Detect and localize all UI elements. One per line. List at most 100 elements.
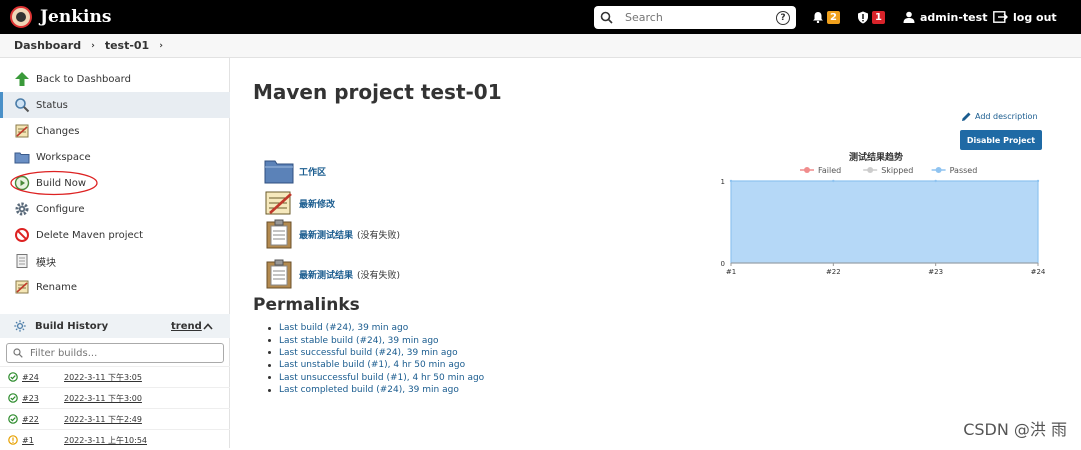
recent-changes-link-label[interactable]: 最新修改	[299, 197, 335, 210]
add-description-link[interactable]: Add description	[961, 111, 1038, 122]
red-annotation-circle	[10, 170, 98, 196]
jenkins-logo-icon	[10, 6, 32, 28]
sidebar-item-modules[interactable]: 模块	[0, 248, 230, 274]
security-badge: 1	[872, 10, 885, 24]
build-number-link[interactable]: #24	[22, 373, 62, 382]
test-result-note: (没有失败)	[357, 230, 401, 241]
sun-icon	[14, 320, 26, 332]
latest-test-result-link[interactable]: 最新测试结果 (没有失败)	[264, 259, 400, 289]
sidebar-item-label: Configure	[36, 203, 85, 215]
build-row[interactable]: #22 2022-3-11 下午2:49	[0, 408, 230, 429]
build-row[interactable]: #24 2022-3-11 下午3:05	[0, 366, 230, 387]
breadcrumb-dashboard[interactable]: Dashboard	[14, 39, 81, 52]
permalink-last-unstable-build[interactable]: Last unstable build (#1), 4 hr 50 min ag…	[279, 360, 465, 370]
success-check-icon	[8, 393, 18, 403]
sidebar-item-back-to-dashboard[interactable]: Back to Dashboard	[0, 66, 230, 92]
filter-builds-input[interactable]	[28, 346, 208, 360]
sidebar-item-changes[interactable]: Changes	[0, 118, 230, 144]
add-description-label: Add description	[975, 112, 1038, 121]
legend-marker	[804, 167, 810, 173]
build-time-link[interactable]: 2022-3-11 下午3:00	[64, 393, 142, 404]
legend-label-failed: Failed	[818, 166, 841, 175]
build-row[interactable]: #1 2022-3-11 上午10:54	[0, 429, 230, 450]
list-item: Last stable build (#24), 39 min ago	[268, 334, 484, 346]
legend-label-passed: Passed	[950, 166, 978, 175]
security-button[interactable]: 1	[857, 0, 885, 34]
sidebar-item-label: Changes	[36, 125, 80, 137]
build-time-link[interactable]: 2022-3-11 下午2:49	[64, 414, 142, 425]
filter-builds-box[interactable]	[6, 343, 224, 363]
disable-project-button[interactable]: Disable Project	[960, 130, 1042, 150]
sidebar-item-delete-maven-project[interactable]: Delete Maven project	[0, 222, 230, 248]
sidebar-item-rename[interactable]: Rename	[0, 274, 230, 300]
notifications-button[interactable]: 2	[812, 0, 840, 34]
sidebar-item-label: Delete Maven project	[36, 229, 144, 241]
legend-marker	[935, 167, 942, 173]
build-time-link[interactable]: 2022-3-11 下午3:05	[64, 372, 142, 383]
notepad-icon	[265, 191, 292, 215]
build-row[interactable]: #23 2022-3-11 下午3:00	[0, 387, 230, 408]
search-input[interactable]	[623, 10, 776, 25]
breadcrumb-chevron-icon[interactable]: ›	[159, 41, 163, 51]
search-icon	[15, 98, 30, 113]
help-icon[interactable]: ?	[776, 10, 790, 25]
bell-icon	[813, 12, 823, 23]
list-item: Last completed build (#24), 39 min ago	[268, 384, 484, 396]
permalink-last-completed-build[interactable]: Last completed build (#24), 39 min ago	[279, 385, 459, 395]
no-entry-icon	[15, 228, 29, 242]
breadcrumb: Dashboard › test-01 ›	[0, 34, 1081, 58]
latest-test-result-link[interactable]: 最新测试结果 (没有失败)	[264, 219, 400, 249]
recent-changes-link[interactable]: 最新修改	[264, 189, 335, 217]
folder-icon	[264, 160, 294, 184]
build-history-header: Build History trend	[0, 314, 230, 338]
user-icon	[903, 11, 915, 23]
build-time-link[interactable]: 2022-3-11 上午10:54	[64, 435, 147, 446]
search-box[interactable]: ?	[594, 6, 796, 29]
area-series-passed	[730, 180, 1039, 264]
workspace-link-label[interactable]: 工作区	[299, 165, 326, 178]
arrow-up-icon	[15, 72, 29, 86]
data-point-passed	[934, 179, 937, 183]
x-tick-label: #1	[726, 268, 736, 276]
permalink-last-build[interactable]: Last build (#24), 39 min ago	[279, 323, 408, 333]
permalinks-list: Last build (#24), 39 min ago Last stable…	[268, 322, 484, 396]
shield-icon	[858, 11, 868, 23]
sidebar-item-status[interactable]: Status	[0, 92, 230, 118]
workspace-link[interactable]: 工作区	[264, 158, 326, 184]
legend-marker	[867, 167, 874, 173]
legend-label-skipped: Skipped	[881, 166, 913, 175]
permalink-last-unsuccessful-build[interactable]: Last unsuccessful build (#1), 4 hr 50 mi…	[279, 373, 484, 383]
search-icon	[600, 11, 613, 24]
pencil-icon	[962, 112, 971, 121]
user-menu[interactable]: admin-test	[903, 0, 987, 34]
search-icon	[13, 348, 23, 358]
sidebar-item-label: Workspace	[36, 151, 91, 163]
breadcrumb-chevron-icon[interactable]: ›	[91, 41, 95, 51]
build-number-link[interactable]: #22	[22, 415, 62, 424]
jenkins-brand[interactable]: Jenkins	[10, 6, 111, 28]
chevron-up-icon[interactable]	[203, 322, 213, 330]
build-number-link[interactable]: #23	[22, 394, 62, 403]
brand-name: Jenkins	[40, 7, 112, 27]
sidebar-item-configure[interactable]: Configure	[0, 196, 230, 222]
permalinks-title: Permalinks	[253, 295, 360, 315]
build-number-link[interactable]: #1	[22, 436, 62, 445]
user-name: admin-test	[920, 10, 988, 24]
breadcrumb-test-01[interactable]: test-01	[105, 39, 149, 52]
trend-link[interactable]: trend	[171, 321, 202, 332]
permalink-last-successful-build[interactable]: Last successful build (#24), 39 min ago	[279, 348, 458, 358]
clipboard-icon	[266, 259, 292, 289]
list-item: Last build (#24), 39 min ago	[268, 322, 484, 334]
sidebar-item-workspace[interactable]: Workspace	[0, 144, 230, 170]
data-point-passed	[729, 179, 733, 183]
build-history-title: Build History	[35, 320, 109, 332]
folder-icon	[14, 152, 30, 164]
x-tick-label: #24	[1031, 268, 1046, 276]
latest-test-result-link-label[interactable]: 最新测试结果	[299, 228, 353, 241]
unstable-warning-icon	[8, 435, 18, 445]
latest-test-result-link-label[interactable]: 最新测试结果	[299, 268, 353, 281]
logout-button[interactable]: log out	[993, 0, 1057, 34]
gear-icon	[15, 202, 29, 216]
notepad-icon	[15, 124, 29, 138]
permalink-last-stable-build[interactable]: Last stable build (#24), 39 min ago	[279, 336, 439, 346]
